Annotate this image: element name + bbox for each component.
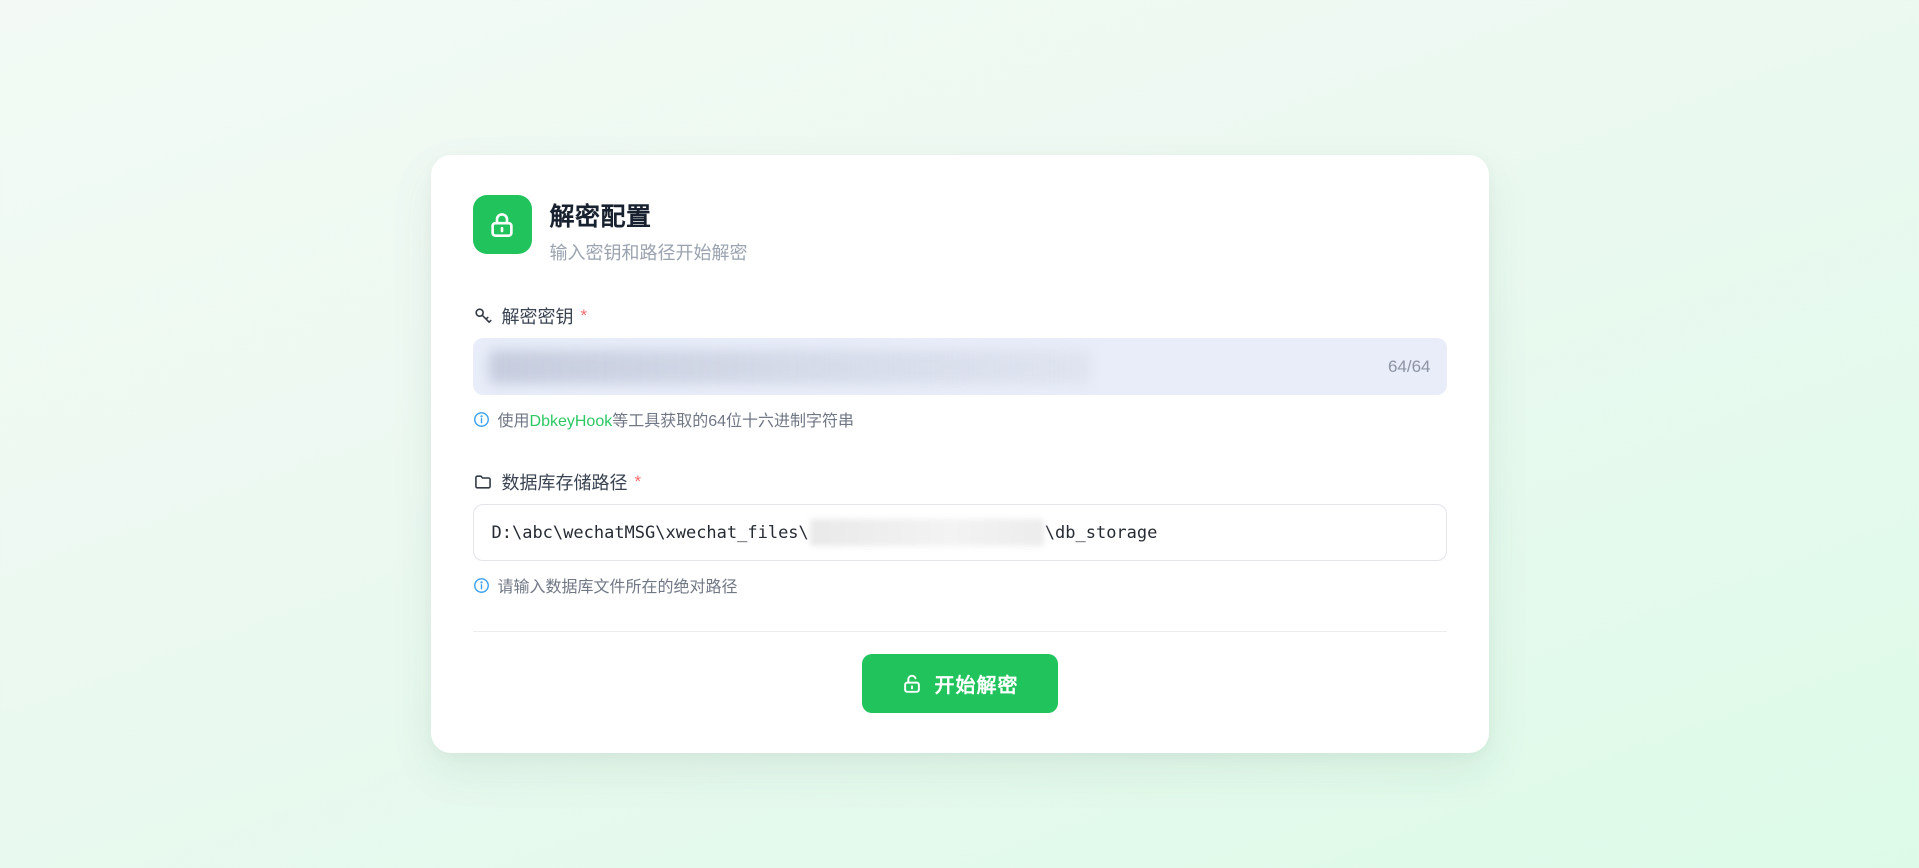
page-title: 解密配置 — [550, 197, 748, 233]
start-decrypt-button[interactable]: 开始解密 — [862, 654, 1058, 713]
path-field-label-row: 数据库存储路径 * — [473, 469, 1447, 495]
key-char-counter: 64/64 — [1388, 357, 1431, 377]
info-icon — [473, 577, 490, 594]
key-hint-suffix: 等工具获取的64位十六进制字符串 — [612, 413, 854, 430]
header-texts: 解密配置 输入密钥和路径开始解密 — [550, 195, 748, 265]
page-subtitle: 输入密钥和路径开始解密 — [550, 239, 748, 265]
lock-icon — [473, 195, 532, 254]
unlock-icon — [901, 673, 923, 695]
decrypt-config-card: 解密配置 输入密钥和路径开始解密 解密密钥 * 64/64 使用DbkeyHoo… — [431, 155, 1489, 753]
card-header: 解密配置 输入密钥和路径开始解密 — [473, 195, 1447, 265]
redacted-key-value — [489, 350, 1092, 384]
start-decrypt-label: 开始解密 — [935, 669, 1019, 698]
path-required-mark: * — [635, 472, 642, 492]
folder-icon — [473, 472, 493, 492]
key-hint-text: 使用DbkeyHook等工具获取的64位十六进制字符串 — [498, 407, 855, 431]
info-icon — [473, 411, 490, 428]
redacted-path-segment — [810, 519, 1044, 546]
dbkeyhook-link[interactable]: DbkeyHook — [530, 413, 613, 430]
key-field-label-row: 解密密钥 * — [473, 303, 1447, 329]
key-field-label: 解密密钥 — [502, 303, 574, 329]
db-path-input[interactable]: D:\abc\wechatMSG\xwechat_files\ \db_stora… — [473, 504, 1447, 561]
path-hint-text: 请输入数据库文件所在的绝对路径 — [498, 573, 738, 597]
decrypt-key-input[interactable]: 64/64 — [473, 338, 1447, 395]
key-hint-prefix: 使用 — [498, 413, 530, 430]
path-hint-row: 请输入数据库文件所在的绝对路径 — [473, 573, 1447, 597]
path-value-suffix: \db_storage — [1045, 523, 1158, 543]
key-hint-row: 使用DbkeyHook等工具获取的64位十六进制字符串 — [473, 407, 1447, 431]
key-required-mark: * — [581, 306, 588, 326]
path-field-label: 数据库存储路径 — [502, 469, 628, 495]
divider — [473, 631, 1447, 632]
key-icon — [473, 306, 493, 326]
path-value-prefix: D:\abc\wechatMSG\xwechat_files\ — [492, 523, 809, 543]
